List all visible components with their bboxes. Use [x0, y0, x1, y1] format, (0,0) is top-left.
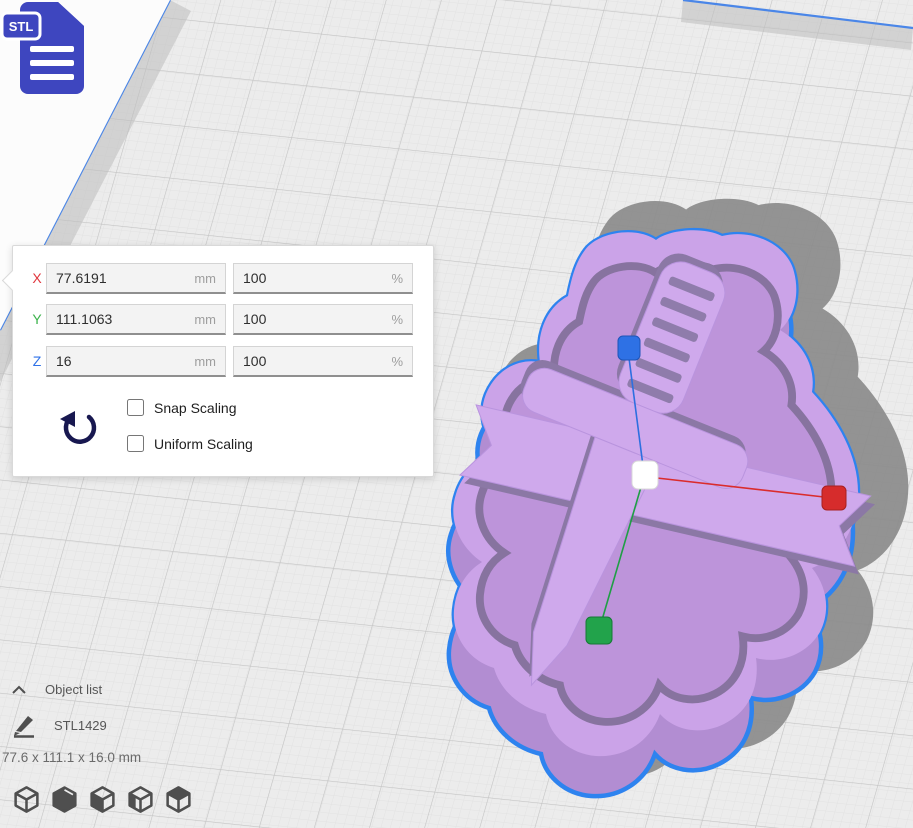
x-percent-unit: %: [391, 271, 403, 286]
model-dimensions: 77.6 x 111.1 x 16.0 mm: [2, 750, 141, 765]
object-list-toggle[interactable]: Object list: [10, 682, 102, 697]
x-percent-input[interactable]: [243, 270, 353, 286]
object-name: STL1429: [54, 718, 107, 733]
scale-handle-y[interactable]: [586, 617, 612, 644]
object-list-label: Object list: [45, 682, 102, 697]
y-size-input[interactable]: [56, 311, 166, 327]
y-size-unit: mm: [194, 312, 216, 327]
y-percent-field: %: [233, 304, 413, 335]
scale-tool-panel: X mm % Y mm % Z mm %: [12, 245, 434, 477]
uniform-scaling-checkbox[interactable]: [127, 435, 144, 452]
view-front-button[interactable]: [50, 784, 79, 815]
doc-line: [30, 74, 74, 80]
stl-badge-label: STL: [9, 19, 34, 34]
uniform-scaling-row: Uniform Scaling: [127, 435, 253, 452]
z-size-field: mm: [46, 346, 226, 377]
y-size-field: mm: [46, 304, 226, 335]
view-top-button[interactable]: [88, 784, 117, 815]
chevron-up-icon: [10, 684, 28, 696]
view-left-button[interactable]: [126, 784, 155, 815]
snap-scaling-row: Snap Scaling: [127, 399, 237, 416]
snap-scaling-checkbox[interactable]: [127, 399, 144, 416]
reset-scale-button[interactable]: [59, 409, 99, 451]
reset-rotate-icon: [59, 409, 99, 451]
z-size-unit: mm: [194, 354, 216, 369]
scale-handle-x[interactable]: [822, 486, 846, 510]
axis-label-y: Y: [29, 311, 45, 327]
z-percent-field: %: [233, 346, 413, 377]
view-right-button[interactable]: [164, 784, 193, 815]
object-list-item[interactable]: STL1429: [12, 712, 107, 738]
uniform-scaling-label: Uniform Scaling: [154, 436, 253, 452]
application-window: STL X mm % Y mm % Z mm: [0, 0, 913, 828]
doc-line: [30, 46, 74, 52]
scale-handle-center[interactable]: [632, 461, 658, 489]
stl-file-icon: STL: [0, 0, 110, 104]
view-3d-button[interactable]: [12, 784, 41, 815]
axis-label-x: X: [29, 270, 45, 286]
view-top-icon: [88, 784, 117, 815]
view-left-icon: [126, 784, 155, 815]
z-size-input[interactable]: [56, 353, 166, 369]
doc-line: [30, 60, 74, 66]
view-right-icon: [164, 784, 193, 815]
y-percent-unit: %: [391, 312, 403, 327]
snap-scaling-label: Snap Scaling: [154, 400, 237, 416]
x-percent-field: %: [233, 263, 413, 294]
view-orientation-toolbar: [12, 784, 193, 815]
axis-label-z: Z: [29, 353, 45, 369]
pencil-icon: [12, 712, 36, 738]
x-size-input[interactable]: [56, 270, 166, 286]
y-percent-input[interactable]: [243, 311, 353, 327]
scale-handle-z[interactable]: [618, 336, 640, 360]
z-percent-unit: %: [391, 354, 403, 369]
view-3d-icon: [12, 784, 41, 815]
view-front-icon: [50, 784, 79, 815]
x-size-field: mm: [46, 263, 226, 294]
x-size-unit: mm: [194, 271, 216, 286]
z-percent-input[interactable]: [243, 353, 353, 369]
